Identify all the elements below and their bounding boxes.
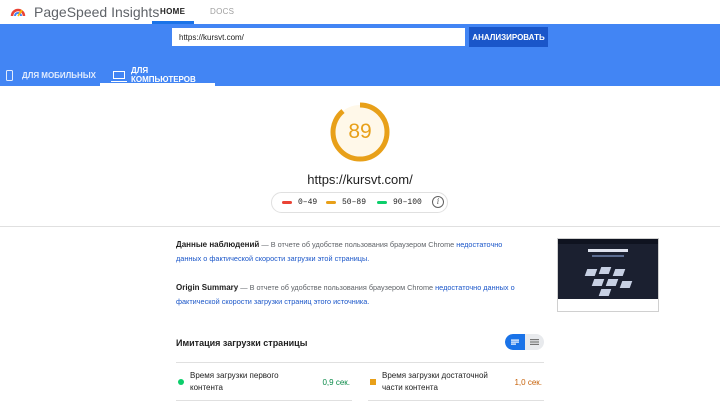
field-data-text: — В отчете об удобстве пользования брауз… (259, 240, 457, 249)
legend-fail: 0–49 (282, 193, 317, 212)
lab-divider (176, 362, 544, 363)
thumbnail-card (612, 269, 626, 276)
list-view-icon (511, 339, 519, 345)
top-nav-bar: PageSpeed Insights HOME DOCS (0, 0, 720, 24)
page-screenshot-thumbnail (557, 238, 659, 312)
metric-divider (368, 400, 544, 401)
info-icon[interactable]: i (432, 196, 444, 208)
legend-average-swatch (326, 201, 336, 204)
thumbnail-heading (588, 249, 628, 252)
metric-value: 0,9 сек. (322, 378, 350, 387)
legend-pass-swatch (377, 201, 387, 204)
device-tab-indicator (100, 83, 215, 86)
app-title: PageSpeed Insights (34, 4, 160, 20)
metric-divider (176, 400, 352, 401)
metric-name: Время загрузки достаточной части контент… (382, 371, 488, 392)
tab-desktop-label: ДЛЯ КОМПЬЮТЕРОВ (131, 66, 196, 84)
legend-fail-swatch (282, 201, 292, 204)
thumbnail-card (619, 281, 633, 288)
legend-average-label: 50–89 (342, 198, 367, 207)
performance-score: 89 (348, 120, 372, 143)
metric-value: 1,0 сек. (514, 378, 542, 387)
thumbnail-subheading (592, 255, 624, 257)
url-input[interactable] (172, 28, 465, 46)
legend-average: 50–89 (326, 193, 366, 212)
laptop-icon (111, 71, 127, 82)
detailed-view-icon[interactable] (525, 334, 544, 350)
field-data-title: Данные наблюдений (176, 240, 260, 249)
thumbnail-card (584, 269, 598, 276)
thumbnail-card (591, 279, 605, 286)
field-data-section: Данные наблюдений — В отчете об удобстве… (176, 238, 524, 266)
analyze-button[interactable]: АНАЛИЗИРОВАТЬ (469, 27, 548, 47)
origin-summary-title: Origin Summary (176, 283, 239, 292)
origin-summary-section: Origin Summary — В отчете об удобстве по… (176, 281, 524, 309)
pass-indicator-icon (178, 379, 184, 385)
search-header: АНАЛИЗИРОВАТЬ ДЛЯ МОБИЛЬНЫХ ДЛЯ КОМПЬЮТЕ… (0, 24, 720, 86)
metrics-view-toggle[interactable] (505, 334, 544, 350)
thumbnail-card (598, 267, 612, 274)
thumbnail-card (605, 279, 619, 286)
phone-icon (6, 69, 13, 81)
average-indicator-icon (370, 379, 376, 385)
lab-data-title: Имитация загрузки страницы (176, 338, 308, 348)
origin-summary-text: — В отчете об удобстве пользования брауз… (238, 283, 436, 292)
thumbnail-nav (558, 239, 658, 244)
nav-tab-docs[interactable]: DOCS (210, 7, 234, 16)
metric-name: Время загрузки первого контента (190, 371, 279, 392)
analyzed-url: https://kursvt.com/ (307, 172, 413, 187)
thumbnail-footer (558, 299, 658, 311)
legend-fail-label: 0–49 (298, 198, 318, 207)
section-divider (0, 226, 720, 227)
legend-pass: 90–100 (377, 193, 422, 212)
tab-mobile[interactable]: ДЛЯ МОБИЛЬНЫХ (6, 64, 96, 86)
score-legend: 0–49 50–89 90–100 i (271, 192, 448, 213)
toggle-list-view-button[interactable] (505, 334, 525, 350)
thumbnail-card (598, 289, 612, 296)
nav-tab-home[interactable]: HOME (160, 7, 185, 16)
legend-pass-label: 90–100 (393, 198, 422, 207)
pagespeed-logo-icon[interactable] (10, 4, 26, 18)
tab-mobile-label: ДЛЯ МОБИЛЬНЫХ (22, 70, 96, 80)
